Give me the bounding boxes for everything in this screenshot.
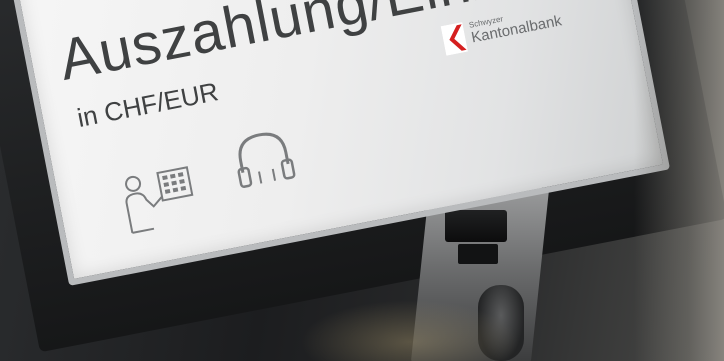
bottom-glow	[300, 300, 520, 361]
bank-logo-icon	[440, 22, 468, 56]
side-light	[634, 0, 724, 361]
card-slot	[445, 210, 507, 242]
person-at-keypad-icon	[125, 166, 194, 234]
headphones-icon	[237, 132, 296, 188]
card-slot-lower	[458, 244, 498, 264]
atm-photo: Auszahlung/Einzahlung in CHF/EUR Schwyze…	[0, 0, 724, 361]
